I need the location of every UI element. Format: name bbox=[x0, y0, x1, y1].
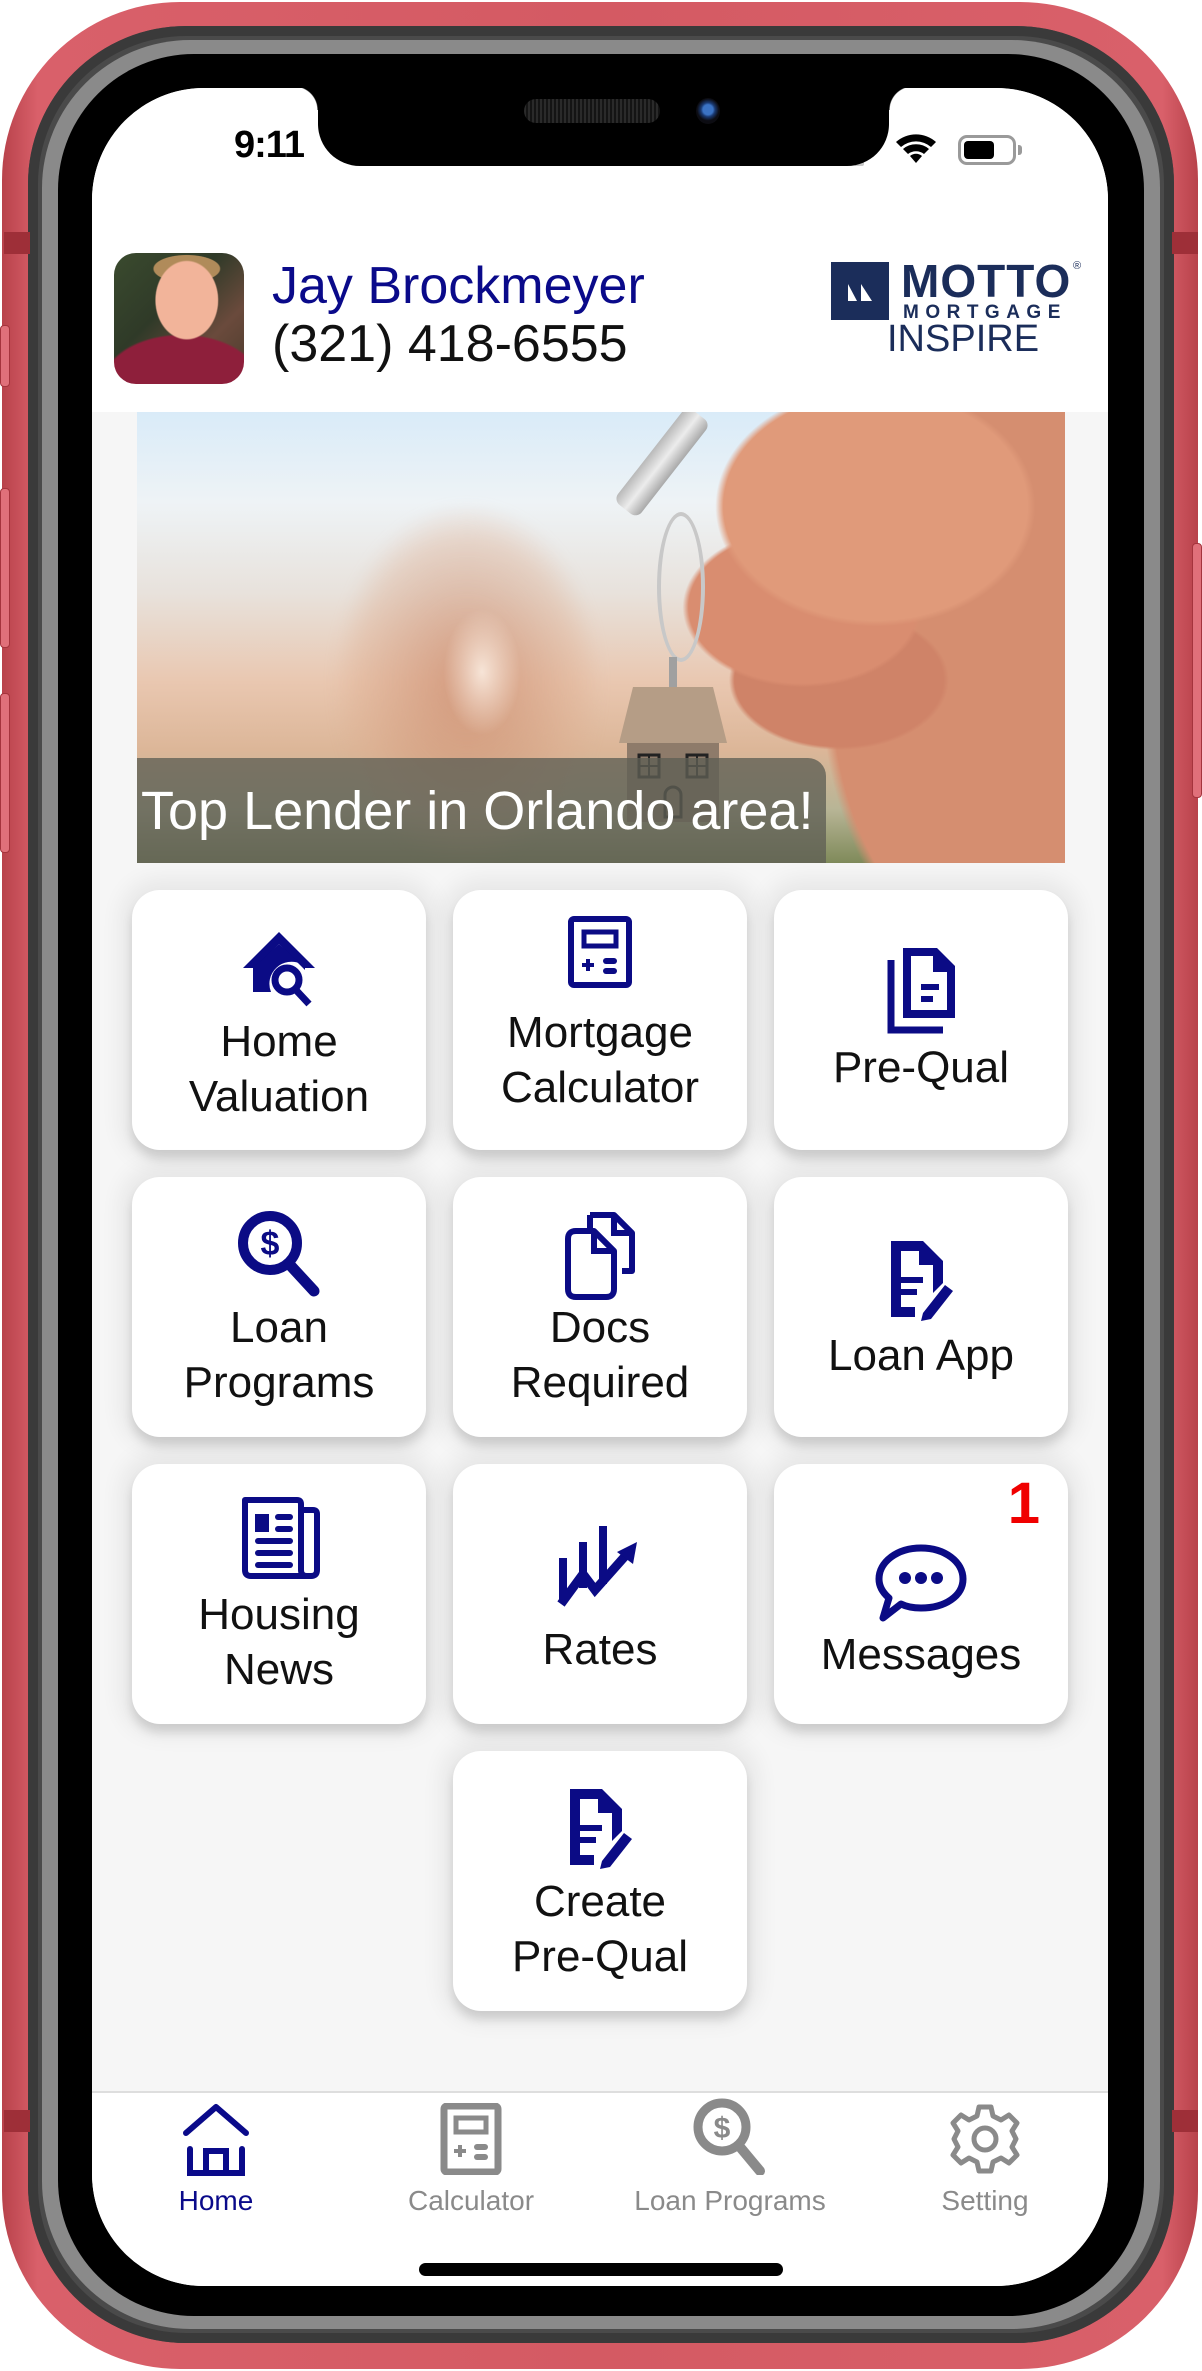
document-edit-icon bbox=[891, 1241, 953, 1321]
documents-icon bbox=[565, 1212, 635, 1300]
tab-calculator[interactable]: Calculator bbox=[361, 2093, 581, 2243]
document-copy-icon bbox=[887, 948, 955, 1034]
svg-text:$: $ bbox=[261, 1225, 280, 1263]
tab-label: Home bbox=[178, 2185, 254, 2216]
app-screen: 9:11 Jay Brockmeyer (321) 418-6555 MOTTO… bbox=[92, 88, 1108, 2286]
tile-rates[interactable]: Rates bbox=[453, 1464, 747, 1724]
tab-label: Setting bbox=[941, 2185, 1029, 2216]
calculator-icon bbox=[568, 916, 632, 988]
tile-loan-app[interactable]: Loan App bbox=[774, 1177, 1068, 1437]
tile-pre-qual[interactable]: Pre-Qual bbox=[774, 890, 1068, 1150]
svg-text:$: $ bbox=[714, 2112, 731, 2145]
tile-housing-news[interactable]: Housing News bbox=[132, 1464, 426, 1724]
volume-up-button bbox=[0, 488, 10, 648]
mute-switch bbox=[0, 325, 10, 387]
gear-icon bbox=[950, 2104, 1020, 2174]
chart-trend-icon bbox=[557, 1526, 637, 1607]
tile-label: Pre-Qual bbox=[832, 1043, 1010, 1092]
home-search-icon bbox=[243, 932, 315, 1007]
antenna-band bbox=[4, 232, 30, 254]
home-icon bbox=[183, 2104, 249, 2176]
tab-label: Calculator bbox=[407, 2185, 535, 2216]
tab-home[interactable]: Home bbox=[106, 2093, 326, 2243]
newspaper-icon bbox=[242, 1497, 320, 1579]
power-button bbox=[1192, 543, 1202, 798]
document-edit-icon bbox=[570, 1789, 632, 1869]
tab-bar: Home Calculator $ Loan Programs Setting bbox=[92, 2091, 1108, 2286]
tile-create-pre-qual[interactable]: Create Pre-Qual bbox=[453, 1751, 747, 2011]
tab-label: Loan Programs bbox=[634, 2185, 826, 2216]
tile-label: Loan App bbox=[828, 1331, 1014, 1380]
tile-label: Messages bbox=[820, 1630, 1022, 1679]
tile-label: Loan Programs bbox=[183, 1303, 375, 1407]
tile-label: Docs Required bbox=[510, 1303, 690, 1407]
tile-mortgage-calculator[interactable]: Mortgage Calculator bbox=[453, 890, 747, 1150]
dollar-search-icon: $ bbox=[238, 1211, 320, 1297]
antenna-band bbox=[1172, 2110, 1198, 2132]
tile-loan-programs[interactable]: $ Loan Programs bbox=[132, 1177, 426, 1437]
tab-setting[interactable]: Setting bbox=[875, 2093, 1095, 2243]
home-indicator[interactable] bbox=[419, 2263, 783, 2276]
tile-label: Mortgage Calculator bbox=[500, 1008, 700, 1112]
tile-messages[interactable]: 1 Messages bbox=[774, 1464, 1068, 1724]
antenna-band bbox=[1172, 232, 1198, 254]
unread-count-badge: 1 bbox=[1007, 1471, 1040, 1536]
volume-down-button bbox=[0, 693, 10, 853]
tab-loan-programs[interactable]: $ Loan Programs bbox=[620, 2093, 840, 2243]
antenna-band bbox=[4, 2110, 30, 2132]
tile-label: Rates bbox=[542, 1625, 658, 1674]
chat-bubble-icon bbox=[875, 1544, 967, 1622]
feature-grid: Home Valuation Mortgage Calculator Pre-Q… bbox=[92, 88, 1108, 2286]
tile-label: Home Valuation bbox=[188, 1017, 370, 1121]
tile-docs-required[interactable]: Docs Required bbox=[453, 1177, 747, 1437]
tile-label: Create Pre-Qual bbox=[511, 1877, 689, 1981]
tile-label: Housing News bbox=[198, 1590, 360, 1694]
tile-home-valuation[interactable]: Home Valuation bbox=[132, 890, 426, 1150]
dollar-search-icon: $ bbox=[693, 2098, 765, 2175]
calculator-icon bbox=[440, 2103, 502, 2175]
